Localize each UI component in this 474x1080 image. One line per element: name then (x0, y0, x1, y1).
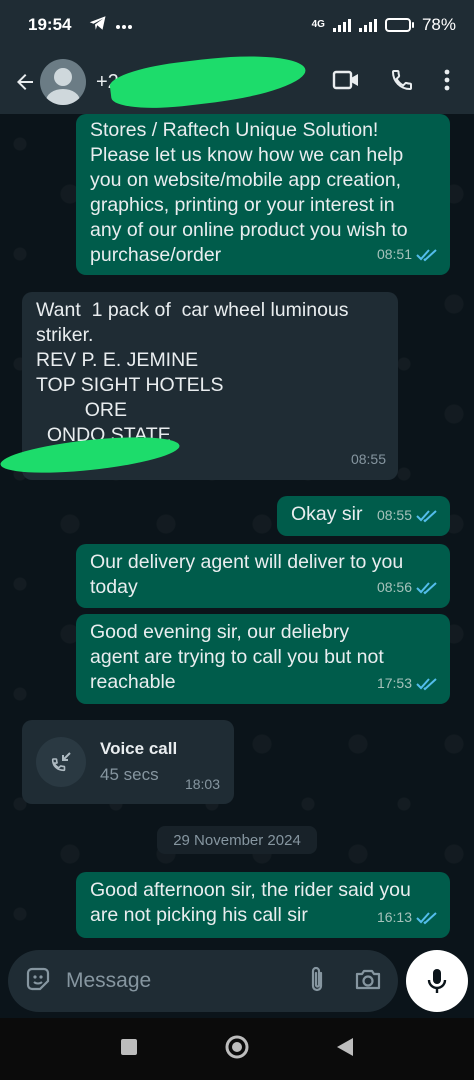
read-ticks-icon (416, 581, 437, 594)
message-time: 08:51 (376, 246, 412, 262)
message-bubble[interactable]: Good evening sir, our deliebry agent are… (76, 614, 450, 704)
camera-button[interactable] (354, 967, 382, 996)
more-notifications-icon (115, 15, 133, 35)
chat-area[interactable]: Stores / Raftech Unique Solution! Please… (0, 114, 474, 944)
missed-call-icon (36, 737, 86, 787)
message-time: 17:53 (376, 675, 412, 691)
voice-record-button[interactable] (406, 950, 468, 1012)
read-ticks-icon (416, 911, 437, 924)
contact-name[interactable]: +2 (96, 47, 308, 115)
telegram-icon (89, 15, 107, 36)
read-ticks-icon (416, 248, 437, 261)
sticker-icon (26, 967, 50, 990)
signal-icon-2 (358, 18, 377, 32)
signal-icon (332, 18, 351, 32)
circle-icon (225, 1035, 249, 1058)
read-ticks-icon (416, 509, 437, 522)
video-camera-icon (332, 70, 358, 89)
message-text: Want 1 pack of car wheel luminous strike… (36, 299, 349, 446)
emoji-button[interactable] (24, 965, 52, 998)
microphone-icon (427, 969, 447, 993)
recents-button[interactable] (120, 1038, 138, 1061)
triangle-back-icon (337, 1037, 353, 1056)
chat-header: +2 (0, 47, 474, 115)
message-bubble[interactable]: Good afternoon sir, the rider said you a… (76, 872, 450, 938)
square-icon (121, 1038, 137, 1055)
attach-button[interactable] (308, 964, 326, 999)
message-bubble[interactable]: Okay sir 08:55 (277, 496, 450, 536)
message-input[interactable]: Message (66, 969, 151, 993)
message-time: 16:13 (376, 909, 412, 925)
battery-icon (384, 18, 414, 32)
more-options-button[interactable] (444, 69, 450, 96)
system-nav-bar (0, 1018, 474, 1080)
message-time: 08:55 (350, 451, 386, 467)
back-button[interactable] (12, 69, 38, 95)
redaction-mark (108, 47, 308, 115)
paperclip-icon (311, 966, 323, 991)
message-composer[interactable]: Message (8, 950, 398, 1012)
read-ticks-icon (416, 677, 437, 690)
status-time: 19:54 (28, 15, 72, 34)
voice-call-duration: 45 secs (100, 765, 159, 784)
video-call-button[interactable] (332, 69, 360, 96)
more-vertical-icon (444, 69, 450, 90)
camera-icon (355, 969, 381, 989)
voice-call-button[interactable] (390, 68, 414, 97)
network-type: 4G (311, 19, 325, 30)
nav-back-button[interactable] (336, 1037, 354, 1062)
battery-percent: 78% (421, 15, 456, 34)
home-button[interactable] (224, 1034, 250, 1065)
phone-icon (391, 69, 412, 90)
voice-call-time: 18:03 (184, 776, 220, 792)
arrow-left-icon (17, 74, 33, 90)
voice-call-card[interactable]: Voice call 45 secs 18:03 (22, 720, 234, 804)
message-time: 08:55 (376, 507, 412, 523)
date-divider: 29 November 2024 (157, 826, 317, 854)
avatar[interactable] (40, 59, 86, 105)
voice-call-title: Voice call (100, 739, 178, 758)
message-bubble[interactable]: Our delivery agent will deliver to you t… (76, 544, 450, 608)
message-bubble[interactable]: Stores / Raftech Unique Solution! Please… (76, 114, 450, 275)
message-time: 08:56 (376, 579, 412, 595)
status-bar: 19:54 4G 78% (0, 0, 474, 50)
